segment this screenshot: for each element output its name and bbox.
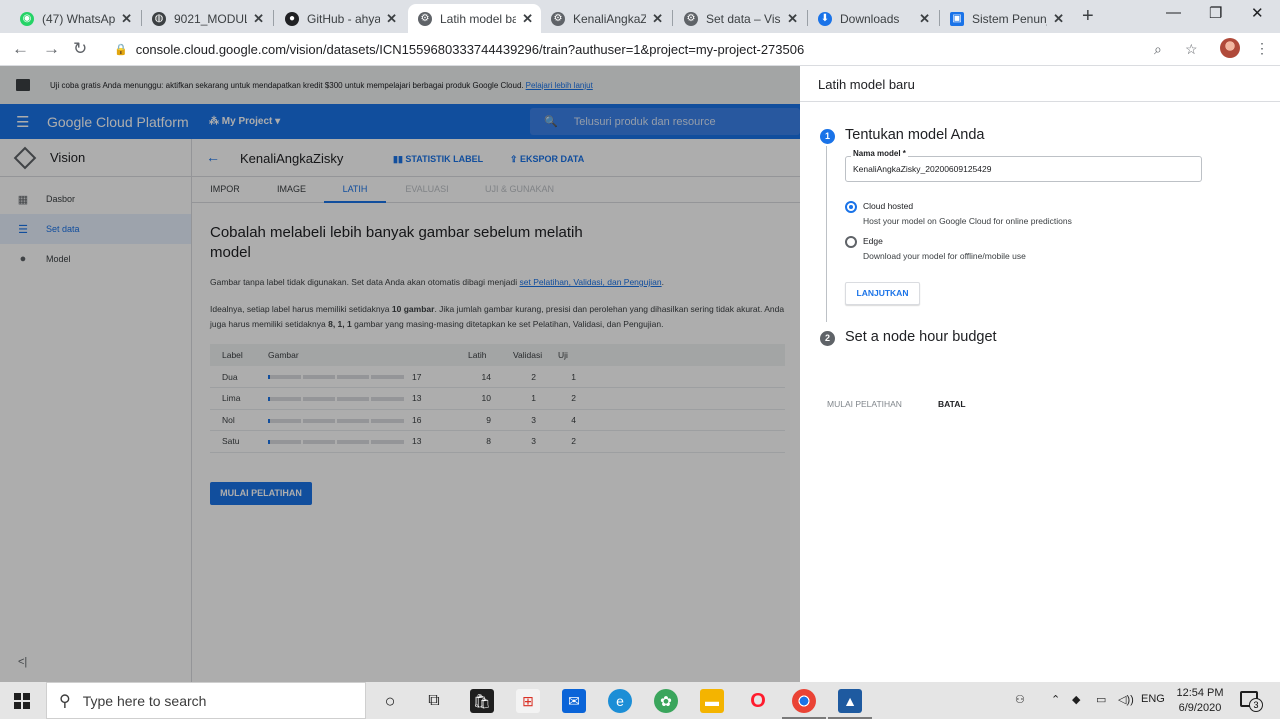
tab-set-data[interactable]: ⚙ Set data – Visi ✕ [674, 4, 806, 33]
volume-icon[interactable]: ◁)) [1118, 693, 1134, 719]
close-icon[interactable]: ✕ [919, 11, 930, 27]
tab-modul[interactable]: ◍ 9021_MODUL ✕ [142, 4, 272, 33]
gear-icon: ⚙ [551, 11, 565, 26]
browser-tab-bar: ◉ (47) WhatsApp ✕ ◍ 9021_MODUL ✕ ● GitHub - a… [0, 0, 1280, 33]
train-model-panel: Latih model baru 1 Tentukan model Anda K… [800, 66, 1280, 682]
language-indicator[interactable]: ENG [1141, 693, 1165, 719]
lock-icon: 🔒 [114, 44, 128, 56]
avatar[interactable] [1220, 38, 1240, 58]
cloud-hosted-radio[interactable] [845, 201, 857, 213]
address-bar: ← → ↻ 🔒 console.cloud.google.com/vision/d… [0, 33, 1280, 66]
back-icon[interactable]: ← [12, 39, 29, 59]
gear-icon: ⚙ [418, 11, 432, 26]
minimize-icon[interactable]: — [1166, 4, 1181, 21]
cloud-hosted-label: Cloud hosted [863, 201, 914, 211]
cancel-button[interactable]: BATAL [938, 399, 966, 409]
restore-icon[interactable]: ❐ [1209, 4, 1222, 22]
battery-icon[interactable]: ▭ [1096, 693, 1106, 719]
more-menu-icon[interactable]: ⋮ [1255, 40, 1269, 57]
console-page: Uji coba gratis Anda menunggu: aktifkan … [0, 66, 800, 682]
close-icon[interactable]: ✕ [253, 11, 264, 27]
tab-whatsapp[interactable]: ◉ (47) WhatsApp ✕ [10, 4, 140, 33]
chevron-up-icon[interactable]: ⌃ [1051, 693, 1060, 719]
reload-icon[interactable]: ↻ [73, 39, 87, 59]
close-icon[interactable]: ✕ [1053, 11, 1064, 27]
tab-github[interactable]: ● GitHub - ahya ✕ [275, 4, 405, 33]
dropbox-icon[interactable]: ◆ [1072, 693, 1080, 719]
step-connector [826, 146, 827, 322]
edge-desc: Download your model for offline/mobile u… [863, 251, 1026, 261]
star-icon[interactable]: ☆ [1185, 41, 1198, 58]
app-icon[interactable]: ✿ [654, 689, 678, 713]
start-training-panel-button[interactable]: MULAI PELATIHAN [827, 399, 902, 409]
zoom-icon[interactable]: ⌕ [1154, 41, 1162, 58]
edge-radio[interactable] [845, 236, 857, 248]
chrome-icon[interactable] [782, 689, 826, 719]
new-tab-icon[interactable]: + [1082, 5, 1094, 28]
step-2-badge: 2 [820, 331, 835, 346]
continue-button[interactable]: LANJUTKAN [845, 282, 920, 305]
notification-count: 3 [1249, 698, 1263, 712]
close-icon[interactable]: ✕ [386, 11, 397, 27]
tab-kenali-angka[interactable]: ⚙ KenaliAngkaZi ✕ [541, 4, 671, 33]
tab-latih-model[interactable]: ⚙ Latih model ba ✕ [408, 4, 541, 33]
close-icon[interactable]: ✕ [652, 11, 663, 27]
clock[interactable]: 12:54 PM 6/9/2020 [1172, 686, 1228, 716]
model-name-input[interactable]: KenaliAngkaZisky_20200609125429 [845, 156, 1202, 182]
gear-icon: ⚙ [684, 11, 698, 26]
close-icon[interactable]: ✕ [787, 11, 798, 27]
cortana-icon[interactable]: ○ [378, 689, 402, 713]
dim-overlay[interactable] [0, 66, 800, 682]
url-input[interactable]: 🔒 console.cloud.google.com/vision/dataset… [104, 37, 1204, 62]
close-window-icon[interactable]: ✕ [1251, 4, 1264, 22]
model-name-label: Nama model * [851, 149, 908, 158]
search-icon: ⚲ [59, 692, 71, 710]
gift-app-icon[interactable]: ⊞ [516, 689, 540, 713]
forward-icon[interactable]: → [43, 39, 60, 59]
step-1-badge: 1 [820, 129, 835, 144]
edge-label: Edge [863, 236, 883, 246]
file-explorer-icon[interactable]: ▬ [700, 689, 724, 713]
step-2-title: Set a node hour budget [845, 329, 997, 345]
windows-start-icon[interactable] [14, 693, 30, 709]
store-icon[interactable]: 🛍 [470, 689, 494, 713]
task-view-icon[interactable]: ⧉ [422, 689, 446, 713]
globe-icon: ◍ [152, 11, 166, 26]
download-icon: ⬇ [818, 11, 832, 26]
github-icon: ● [285, 11, 299, 26]
close-icon[interactable]: ✕ [522, 11, 533, 27]
cloud-hosted-desc: Host your model on Google Cloud for onli… [863, 216, 1072, 226]
page-icon: ▣ [950, 11, 964, 26]
whatsapp-icon: ◉ [20, 11, 34, 26]
mail-icon[interactable]: ✉ [562, 689, 586, 713]
photos-icon[interactable]: ▲ [828, 689, 872, 719]
opera-icon[interactable]: O [746, 689, 770, 713]
edge-icon[interactable]: e [608, 689, 632, 713]
tab-sistem[interactable]: ▣ Sistem Penunj ✕ [940, 4, 1072, 33]
people-icon[interactable]: ⚇ [1015, 693, 1025, 719]
taskbar: ⚲ Type here to search ○ ⧉ 🛍 ⊞ ✉ e ✿ ▬ O ▲… [0, 682, 1280, 719]
taskbar-search-input[interactable]: ⚲ Type here to search [46, 682, 366, 719]
tab-downloads[interactable]: ⬇ Downloads ✕ [808, 4, 938, 33]
step-1-title: Tentukan model Anda [845, 127, 985, 143]
panel-title: Latih model baru [800, 66, 1280, 102]
close-icon[interactable]: ✕ [121, 11, 132, 27]
